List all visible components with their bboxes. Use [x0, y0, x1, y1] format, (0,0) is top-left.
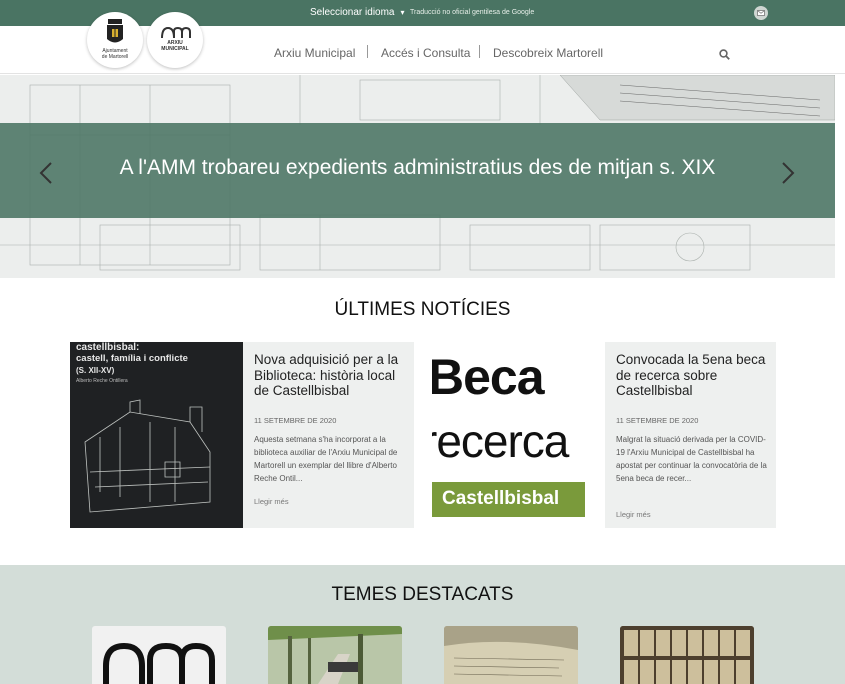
chevron-down-icon: ▾ — [400, 8, 405, 17]
hero-carousel: A l'AMM trobareu expedients administrati… — [0, 75, 835, 278]
ajuntament-martorell-logo[interactable]: Ajuntament de Martorell — [87, 12, 143, 68]
news-card-excerpt: Aquesta setmana s'ha incorporat a la bib… — [254, 435, 398, 483]
news-section-title: ÚLTIMES NOTÍCIES — [334, 299, 511, 320]
news-card[interactable]: castellbisbal: castell, família i confli… — [70, 342, 414, 528]
news-card-excerpt: Malgrat la situació derivada per la COVI… — [616, 435, 767, 483]
mail-icon[interactable] — [754, 6, 768, 20]
news-card-title[interactable]: Convocada la 5ena beca de recerca sobre … — [616, 352, 766, 399]
language-select[interactable]: Seleccionar idioma ▾ — [310, 7, 405, 18]
nav-divider — [367, 45, 368, 58]
news-card-date: 11 SETEMBRE DE 2020 — [254, 416, 337, 425]
language-select-label: Seleccionar idioma — [310, 7, 395, 18]
park-photo — [268, 626, 402, 684]
logo-text: de Martorell — [101, 54, 129, 60]
old-document-photo — [444, 626, 578, 684]
beca-image-text: Castellbisbal — [442, 488, 560, 509]
hero-caption-band: A l'AMM trobareu expedients administrati… — [0, 123, 835, 218]
beca-image-text: recerca — [432, 415, 569, 467]
featured-tile[interactable] — [268, 626, 402, 684]
featured-tile[interactable] — [92, 626, 226, 684]
nav-item-arxiu-municipal[interactable]: Arxiu Municipal — [274, 46, 355, 60]
news-card-image[interactable]: Beca recerca Castellbisbal — [432, 342, 605, 528]
nav-divider — [479, 45, 480, 58]
carousel-prev-arrow-icon[interactable] — [38, 161, 54, 190]
nav-item-descobreix-martorell[interactable]: Descobreix Martorell — [493, 46, 603, 60]
featured-tile[interactable] — [444, 626, 578, 684]
read-more-link[interactable]: Llegir més — [254, 497, 289, 506]
news-card-image[interactable]: castellbisbal: castell, família i confli… — [70, 342, 243, 528]
hero-headline: A l'AMM trobareu expedients administrati… — [119, 156, 716, 179]
beca-image-text: Beca — [432, 349, 545, 405]
archive-boxes-photo — [620, 626, 754, 684]
read-more-link[interactable]: Llegir més — [616, 510, 651, 519]
logo-text: MUNICIPAL — [161, 46, 189, 52]
news-card[interactable]: Beca recerca Castellbisbal Convocada la … — [432, 342, 776, 528]
translation-note: Traducció no oficial gentilesa de Google — [410, 9, 535, 16]
search-icon[interactable] — [719, 47, 730, 65]
castle-drawing — [84, 399, 211, 513]
featured-section-title: TEMES DESTACATS — [331, 584, 514, 605]
featured-tile[interactable] — [620, 626, 754, 684]
am-logo-icon — [103, 642, 215, 684]
nav-item-acces-consulta[interactable]: Accés i Consulta — [381, 46, 470, 60]
arxiu-municipal-logo[interactable]: ARXIU MUNICIPAL — [147, 12, 203, 68]
news-card-date: 11 SETEMBRE DE 2020 — [616, 416, 699, 425]
carousel-next-arrow-icon[interactable] — [780, 161, 796, 190]
news-card-title[interactable]: Nova adquisició per a la Biblioteca: his… — [254, 352, 404, 399]
